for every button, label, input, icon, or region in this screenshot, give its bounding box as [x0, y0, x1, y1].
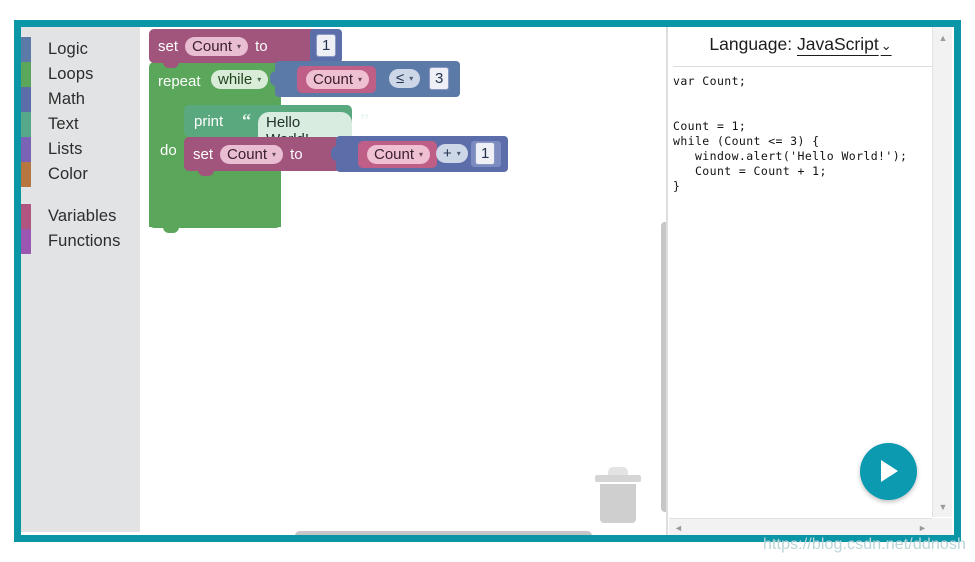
block-set-variable[interactable]: set Count ▾ to: [149, 29, 324, 68]
variable-name: Count: [192, 38, 233, 55]
sidebar-item-label: Logic: [48, 40, 88, 59]
sidebar-item-label: Loops: [48, 65, 94, 84]
block-print[interactable]: print “ Hello World! ”: [184, 105, 369, 150]
blockly-editor-window: Logic Loops Math Text Lists Color Variab…: [14, 20, 961, 542]
code-vertical-scrollbar[interactable]: ▲ ▼: [932, 27, 952, 517]
block-set-variable-increment[interactable]: set Count ▾ to: [184, 137, 341, 176]
number-input[interactable]: 1: [316, 34, 337, 57]
number-input[interactable]: 3: [429, 67, 450, 90]
sidebar-item-label: Functions: [48, 232, 121, 251]
editor-content: Logic Loops Math Text Lists Color Variab…: [21, 27, 954, 535]
panel-divider: [666, 27, 668, 535]
variable-dropdown[interactable]: Count ▾: [220, 145, 284, 164]
variable-name: Count: [374, 146, 415, 163]
workspace-horizontal-scrollbar[interactable]: [295, 531, 592, 535]
scroll-left-icon[interactable]: ◄: [670, 519, 687, 535]
block-arithmetic[interactable]: Count ▾ + ▾ 1: [331, 136, 508, 172]
sidebar-item-label: Lists: [48, 140, 83, 159]
run-button[interactable]: [860, 443, 917, 500]
block-variable-get[interactable]: Count ▾: [297, 66, 377, 93]
scroll-down-icon[interactable]: ▼: [933, 498, 953, 515]
trash-body: [600, 484, 636, 523]
operator-symbol: +: [443, 145, 452, 162]
sidebar-item-variables[interactable]: Variables: [21, 204, 140, 229]
category-color-math: [21, 87, 31, 112]
code-output-text: var Count; Count = 1; while (Count <= 3)…: [673, 74, 908, 193]
language-dropdown[interactable]: JavaScript ⌄: [797, 34, 892, 54]
block-comparison[interactable]: Count ▾ ≤ ▾ 3: [270, 61, 460, 97]
sidebar-item-math[interactable]: Math: [21, 87, 140, 112]
category-color-text: [21, 112, 31, 137]
scrollbar-corner: [932, 518, 952, 535]
chevron-down-icon: ▾: [409, 73, 414, 83]
sidebar-item-label: Math: [48, 90, 86, 109]
block-canvas[interactable]: repeat while ▾ do set Count ▾ to 1 Count…: [140, 27, 666, 535]
workspace: repeat while ▾ do set Count ▾ to 1 Count…: [140, 27, 954, 535]
chevron-down-icon: ▾: [257, 74, 262, 84]
number-input[interactable]: 1: [475, 142, 496, 165]
scroll-right-icon[interactable]: ►: [914, 519, 931, 535]
sidebar-item-label: Variables: [48, 207, 117, 226]
block-do-label: do: [160, 142, 177, 159]
sidebar-item-label: Color: [48, 165, 88, 184]
quote-open-icon: “: [242, 110, 251, 130]
variable-dropdown[interactable]: Count ▾: [306, 70, 370, 89]
sidebar-item-text[interactable]: Text: [21, 112, 140, 137]
block-number-value[interactable]: 1: [310, 29, 342, 63]
chevron-down-icon: ▾: [419, 149, 424, 159]
block-repeat-label: repeat: [158, 73, 201, 90]
chevron-down-icon: ▾: [272, 149, 277, 159]
sidebar-item-lists[interactable]: Lists: [21, 137, 140, 162]
loop-bottom-tail: [149, 219, 281, 233]
print-keyword-label: print: [194, 113, 224, 130]
variable-dropdown[interactable]: Count ▾: [185, 37, 249, 56]
trash-can-icon[interactable]: [595, 467, 641, 523]
quote-close-icon: ”: [360, 110, 369, 130]
operator-symbol: ≤: [396, 70, 405, 87]
play-icon: [881, 460, 898, 482]
category-color-lists: [21, 137, 31, 162]
sidebar-item-color[interactable]: Color: [21, 162, 140, 187]
arithmetic-operator-dropdown[interactable]: + ▾: [436, 144, 468, 163]
chevron-down-icon: ▾: [237, 41, 242, 51]
chevron-down-icon: ▾: [456, 148, 461, 158]
toolbox-separator: [21, 187, 140, 204]
category-color-loops: [21, 62, 31, 87]
sidebar-item-functions[interactable]: Functions: [21, 229, 140, 254]
category-color-functions: [21, 229, 31, 254]
socket-plug-icon: [270, 71, 278, 86]
chevron-down-icon: ▾: [358, 74, 363, 84]
header-divider: [673, 66, 932, 67]
sidebar-item-label: Text: [48, 115, 79, 134]
comparison-operator-dropdown[interactable]: ≤ ▾: [389, 69, 421, 88]
sidebar-item-logic[interactable]: Logic: [21, 37, 140, 62]
language-label: Language:: [709, 34, 793, 54]
language-value: JavaScript: [797, 34, 879, 54]
language-selector-bar: Language: JavaScript ⌄: [669, 34, 932, 55]
variable-dropdown[interactable]: Count ▾: [367, 145, 431, 164]
to-keyword-label: to: [290, 146, 303, 163]
category-color-color: [21, 162, 31, 187]
variable-name: Count: [313, 71, 354, 88]
trash-lid: [595, 475, 641, 482]
block-variable-get[interactable]: Count ▾: [358, 141, 438, 168]
number-value-holder: 1: [471, 141, 501, 167]
repeat-mode-value: while: [218, 71, 253, 88]
watermark: https://blog.csdn.net/ddnosh: [763, 536, 966, 553]
toolbox-sidebar: Logic Loops Math Text Lists Color Variab…: [21, 27, 140, 532]
socket-plug-icon: [331, 146, 339, 161]
set-keyword-label: set: [193, 146, 214, 163]
category-color-logic: [21, 37, 31, 62]
scroll-up-icon[interactable]: ▲: [933, 29, 953, 46]
repeat-mode-dropdown[interactable]: while ▾: [211, 70, 269, 89]
category-color-variables: [21, 204, 31, 229]
variable-name: Count: [227, 146, 268, 163]
chevron-down-icon: ⌄: [880, 38, 892, 53]
to-keyword-label: to: [255, 38, 268, 55]
set-keyword-label: set: [158, 38, 179, 55]
code-horizontal-scrollbar[interactable]: ◄ ►: [669, 518, 932, 535]
sidebar-item-loops[interactable]: Loops: [21, 62, 140, 87]
